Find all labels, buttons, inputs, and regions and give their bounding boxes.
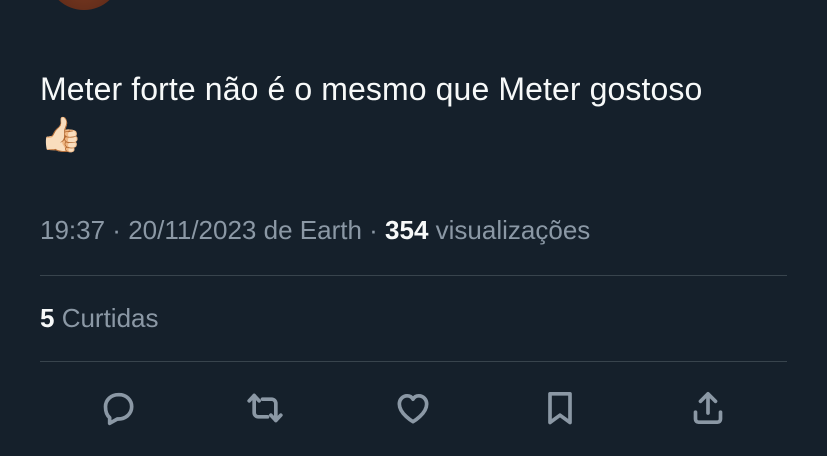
likes-label[interactable]: Curtidas (54, 303, 159, 333)
comment-icon (103, 392, 134, 426)
share-button[interactable] (686, 386, 730, 430)
likes-count[interactable]: 5 (40, 303, 54, 333)
meta-separator: · (105, 215, 129, 245)
retweet-icon (247, 393, 283, 423)
divider (40, 275, 787, 276)
bookmark-icon (548, 392, 572, 425)
thumbs-up-emoji: 👍🏻 (40, 116, 83, 154)
tweet-text: Meter forte não é o mesmo que Meter gost… (40, 71, 703, 107)
views-label[interactable]: visualizações (428, 215, 591, 245)
share-icon (693, 392, 723, 424)
meta-separator: · (361, 215, 386, 245)
avatar[interactable] (48, 0, 120, 10)
like-button[interactable] (391, 386, 435, 430)
bookmark-button[interactable] (538, 386, 582, 430)
tweet-body: Meter forte não é o mesmo que Meter gost… (40, 66, 800, 158)
tweet-time[interactable]: 19:37 (40, 215, 105, 245)
reply-button[interactable] (96, 386, 140, 430)
divider (40, 361, 787, 362)
tweet-metadata: 19:37 · 20/11/2023 de Earth · 354 visual… (40, 212, 590, 248)
source-prefix: de (256, 215, 300, 245)
likes-summary[interactable]: 5 Curtidas (40, 300, 159, 336)
tweet-date[interactable]: 20/11/2023 (128, 215, 256, 245)
retweet-button[interactable] (243, 386, 287, 430)
views-count[interactable]: 354 (385, 215, 428, 245)
tweet-source: Earth (299, 215, 362, 245)
heart-icon (397, 394, 429, 424)
